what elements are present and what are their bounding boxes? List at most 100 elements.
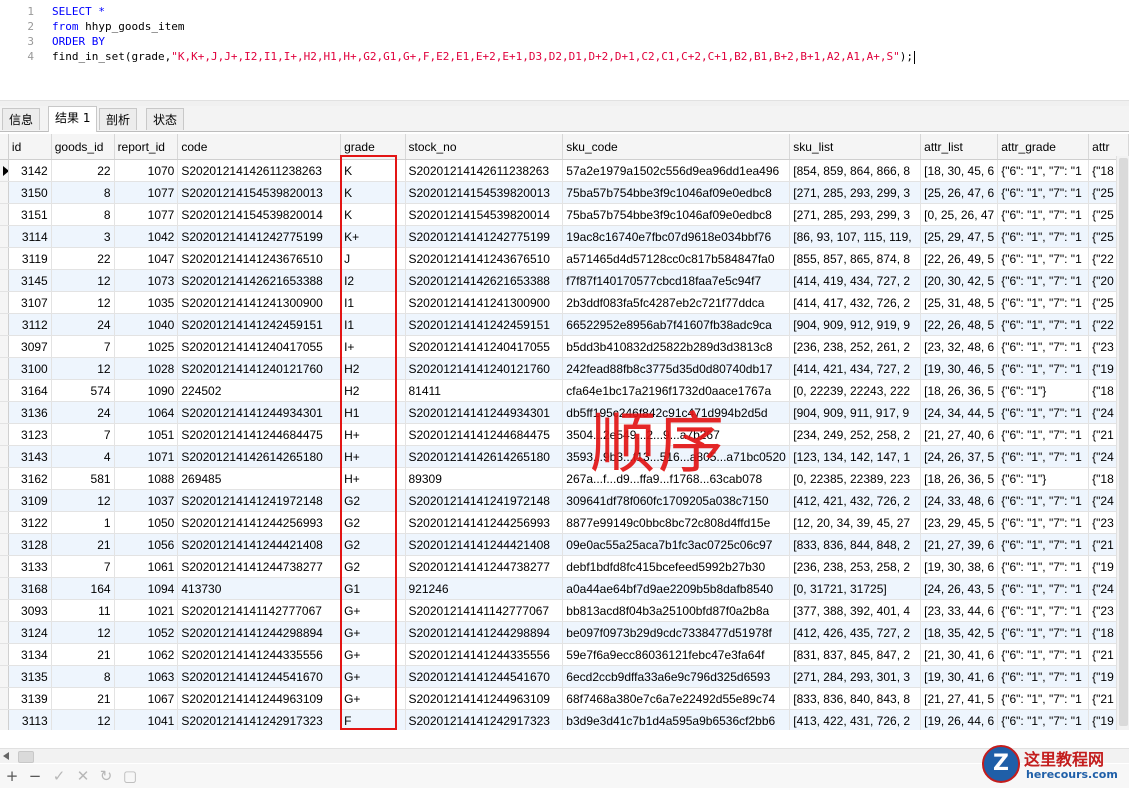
- table-cell-attr-grade[interactable]: {"6": "1", "7": "1: [997, 225, 1090, 248]
- table-row[interactable]: 3150 8 1077 S20201214154539820013 K S20201214…: [0, 181, 1129, 204]
- table-cell-code[interactable]: S20201214142621653388: [177, 269, 342, 292]
- table-cell-attr-grade[interactable]: {"6": "1", "7": "1: [997, 159, 1090, 182]
- table-cell-attr-grade[interactable]: {"6": "1", "7": "1: [997, 181, 1090, 204]
- table-cell-code[interactable]: S20201214141244963109: [177, 687, 342, 710]
- table-cell-id[interactable]: 3112: [8, 313, 52, 336]
- table-cell-attr-grade[interactable]: {"6": "1", "7": "1: [997, 335, 1090, 358]
- table-cell-id[interactable]: 3151: [8, 203, 52, 226]
- table-cell-id[interactable]: 3100: [8, 357, 52, 380]
- table-cell-code[interactable]: S20201214141244421408: [177, 533, 342, 556]
- table-cell-grade[interactable]: H+: [340, 445, 406, 468]
- table-cell-id[interactable]: 3123: [8, 423, 52, 446]
- table-cell-attr-list[interactable]: [24, 26, 43, 5: [920, 577, 999, 600]
- vertical-scroll-thumb[interactable]: [1119, 158, 1128, 726]
- table-row[interactable]: 3139 21 1067 S20201214141244963109 G+ S202012…: [0, 687, 1129, 710]
- table-cell-grade[interactable]: H1: [340, 401, 406, 424]
- table-cell-attr-grade[interactable]: {"6": "1", "7": "1: [997, 643, 1090, 666]
- table-cell-report-id[interactable]: 1056: [114, 533, 179, 556]
- table-cell-sku-code[interactable]: 8877e99149c0bbc8bc72c808d4ffd15e: [562, 511, 791, 534]
- table-cell-code[interactable]: S20201214141244934301: [177, 401, 342, 424]
- table-cell-attr-list[interactable]: [24, 33, 48, 6: [920, 489, 999, 512]
- table-cell-attr-list[interactable]: [24, 26, 37, 5: [920, 445, 999, 468]
- table-cell-stock-no[interactable]: S20201214142621653388: [405, 269, 564, 292]
- row-selector[interactable]: [0, 599, 9, 622]
- column-header-sku-list[interactable]: sku_list: [789, 134, 922, 160]
- table-cell-report-id[interactable]: 1064: [114, 401, 179, 424]
- table-row[interactable]: 3109 12 1037 S20201214141241972148 G2 S202012…: [0, 489, 1129, 512]
- stop-icon[interactable]: ▢: [122, 768, 138, 784]
- table-cell-attr-list[interactable]: [23, 32, 48, 6: [920, 335, 999, 358]
- table-cell-report-id[interactable]: 1035: [114, 291, 179, 314]
- table-cell-report-id[interactable]: 1062: [114, 643, 179, 666]
- table-cell-id[interactable]: 3164: [8, 379, 52, 402]
- table-cell-grade[interactable]: J: [340, 247, 406, 270]
- row-selector[interactable]: [0, 357, 9, 380]
- table-cell-report-id[interactable]: 1037: [114, 489, 179, 512]
- row-selector[interactable]: [0, 225, 9, 248]
- table-cell-attr-grade[interactable]: {"6": "1", "7": "1: [997, 423, 1090, 446]
- table-cell-sku-list[interactable]: [123, 134, 142, 147, 1: [789, 445, 922, 468]
- table-cell-grade[interactable]: G+: [340, 643, 406, 666]
- table-cell-stock-no[interactable]: S20201214141142777067: [405, 599, 564, 622]
- delete-record-icon[interactable]: −: [27, 768, 43, 784]
- row-selector[interactable]: [0, 533, 9, 556]
- table-cell-sku-code[interactable]: 6ecd2ccb9dffa33a6e9c796d325d6593: [562, 665, 791, 688]
- table-cell-goods-id[interactable]: 8: [51, 665, 115, 688]
- table-cell-stock-no[interactable]: S20201214141243676510: [405, 247, 564, 270]
- table-cell-code[interactable]: S20201214141244256993: [177, 511, 342, 534]
- table-cell-report-id[interactable]: 1073: [114, 269, 179, 292]
- table-row[interactable]: 3100 12 1028 S20201214141240121760 H2 S202012…: [0, 357, 1129, 380]
- table-cell-stock-no[interactable]: S20201214141241972148: [405, 489, 564, 512]
- table-cell-grade[interactable]: G+: [340, 665, 406, 688]
- table-cell-report-id[interactable]: 1025: [114, 335, 179, 358]
- table-cell-sku-list[interactable]: [854, 859, 864, 866, 8: [789, 159, 922, 182]
- table-cell-attr-list[interactable]: [23, 33, 44, 6: [920, 599, 999, 622]
- table-cell-sku-code[interactable]: 68f7468a380e7c6a7e22492d55e89c74: [562, 687, 791, 710]
- table-cell-attr-grade[interactable]: {"6": "1", "7": "1: [997, 665, 1090, 688]
- table-cell-code[interactable]: S20201214141244684475: [177, 423, 342, 446]
- add-record-icon[interactable]: +: [4, 768, 20, 784]
- table-cell-grade[interactable]: G2: [340, 533, 406, 556]
- table-cell-attr-grade[interactable]: {"6": "1", "7": "1: [997, 621, 1090, 644]
- table-cell-code[interactable]: S20201214142614265180: [177, 445, 342, 468]
- table-row[interactable]: 3145 12 1073 S20201214142621653388 I2 S202012…: [0, 269, 1129, 292]
- table-cell-attr-grade[interactable]: {"6": "1", "7": "1: [997, 445, 1090, 468]
- table-row[interactable]: 3136 24 1064 S20201214141244934301 H1 S202012…: [0, 401, 1129, 424]
- table-cell-sku-list[interactable]: [236, 238, 252, 261, 2: [789, 335, 922, 358]
- table-row[interactable]: 3123 7 1051 S20201214141244684475 H+ S2020121…: [0, 423, 1129, 446]
- table-cell-id[interactable]: 3142: [8, 159, 52, 182]
- table-cell-goods-id[interactable]: 12: [51, 291, 115, 314]
- table-cell-id[interactable]: 3143: [8, 445, 52, 468]
- table-row[interactable]: 3164 574 1090 224502 H2 81411 cfa64e1bc17a2196…: [0, 379, 1129, 402]
- tab-profile[interactable]: 剖析: [99, 108, 138, 130]
- table-cell-grade[interactable]: I1: [340, 313, 406, 336]
- table-cell-report-id[interactable]: 1077: [114, 203, 179, 226]
- table-cell-id[interactable]: 3109: [8, 489, 52, 512]
- table-cell-stock-no[interactable]: S20201214141242775199: [405, 225, 564, 248]
- table-cell-grade[interactable]: G+: [340, 621, 406, 644]
- table-cell-code[interactable]: S20201214141244335556: [177, 643, 342, 666]
- table-cell-goods-id[interactable]: 22: [51, 247, 115, 270]
- row-selector[interactable]: [0, 687, 9, 710]
- table-cell-attr-grade[interactable]: {"6": "1", "7": "1: [997, 203, 1090, 226]
- table-cell-sku-code[interactable]: b5dd3b410832d25822b289d3d3813c8: [562, 335, 791, 358]
- table-cell-goods-id[interactable]: 12: [51, 621, 115, 644]
- table-cell-goods-id[interactable]: 21: [51, 643, 115, 666]
- table-row[interactable]: 3128 21 1056 S20201214141244421408 G2 S202012…: [0, 533, 1129, 556]
- table-cell-sku-code[interactable]: 2b3ddf083fa5fc4287eb2c721f77ddca: [562, 291, 791, 314]
- table-cell-goods-id[interactable]: 11: [51, 599, 115, 622]
- table-cell-sku-code[interactable]: f7f87f140170577cbcd18faa7e5c94f7: [562, 269, 791, 292]
- table-cell-id[interactable]: 3145: [8, 269, 52, 292]
- table-cell-report-id[interactable]: 1051: [114, 423, 179, 446]
- table-cell-code[interactable]: S20201214141241300900: [177, 291, 342, 314]
- table-cell-id[interactable]: 3134: [8, 643, 52, 666]
- table-cell-attr-list[interactable]: [22, 26, 48, 5: [920, 313, 999, 336]
- table-cell-report-id[interactable]: 1021: [114, 599, 179, 622]
- table-cell-attr-list[interactable]: [22, 26, 49, 5: [920, 247, 999, 270]
- table-cell-stock-no[interactable]: S20201214141244738277: [405, 555, 564, 578]
- table-cell-attr-list[interactable]: [18, 26, 36, 5: [920, 379, 999, 402]
- table-row[interactable]: 3142 22 1070 S20201214142611238263 K S2020121…: [0, 159, 1129, 182]
- table-cell-id[interactable]: 3168: [8, 577, 52, 600]
- table-cell-grade[interactable]: K: [340, 159, 406, 182]
- table-cell-attr-list[interactable]: [25, 29, 47, 5: [920, 225, 999, 248]
